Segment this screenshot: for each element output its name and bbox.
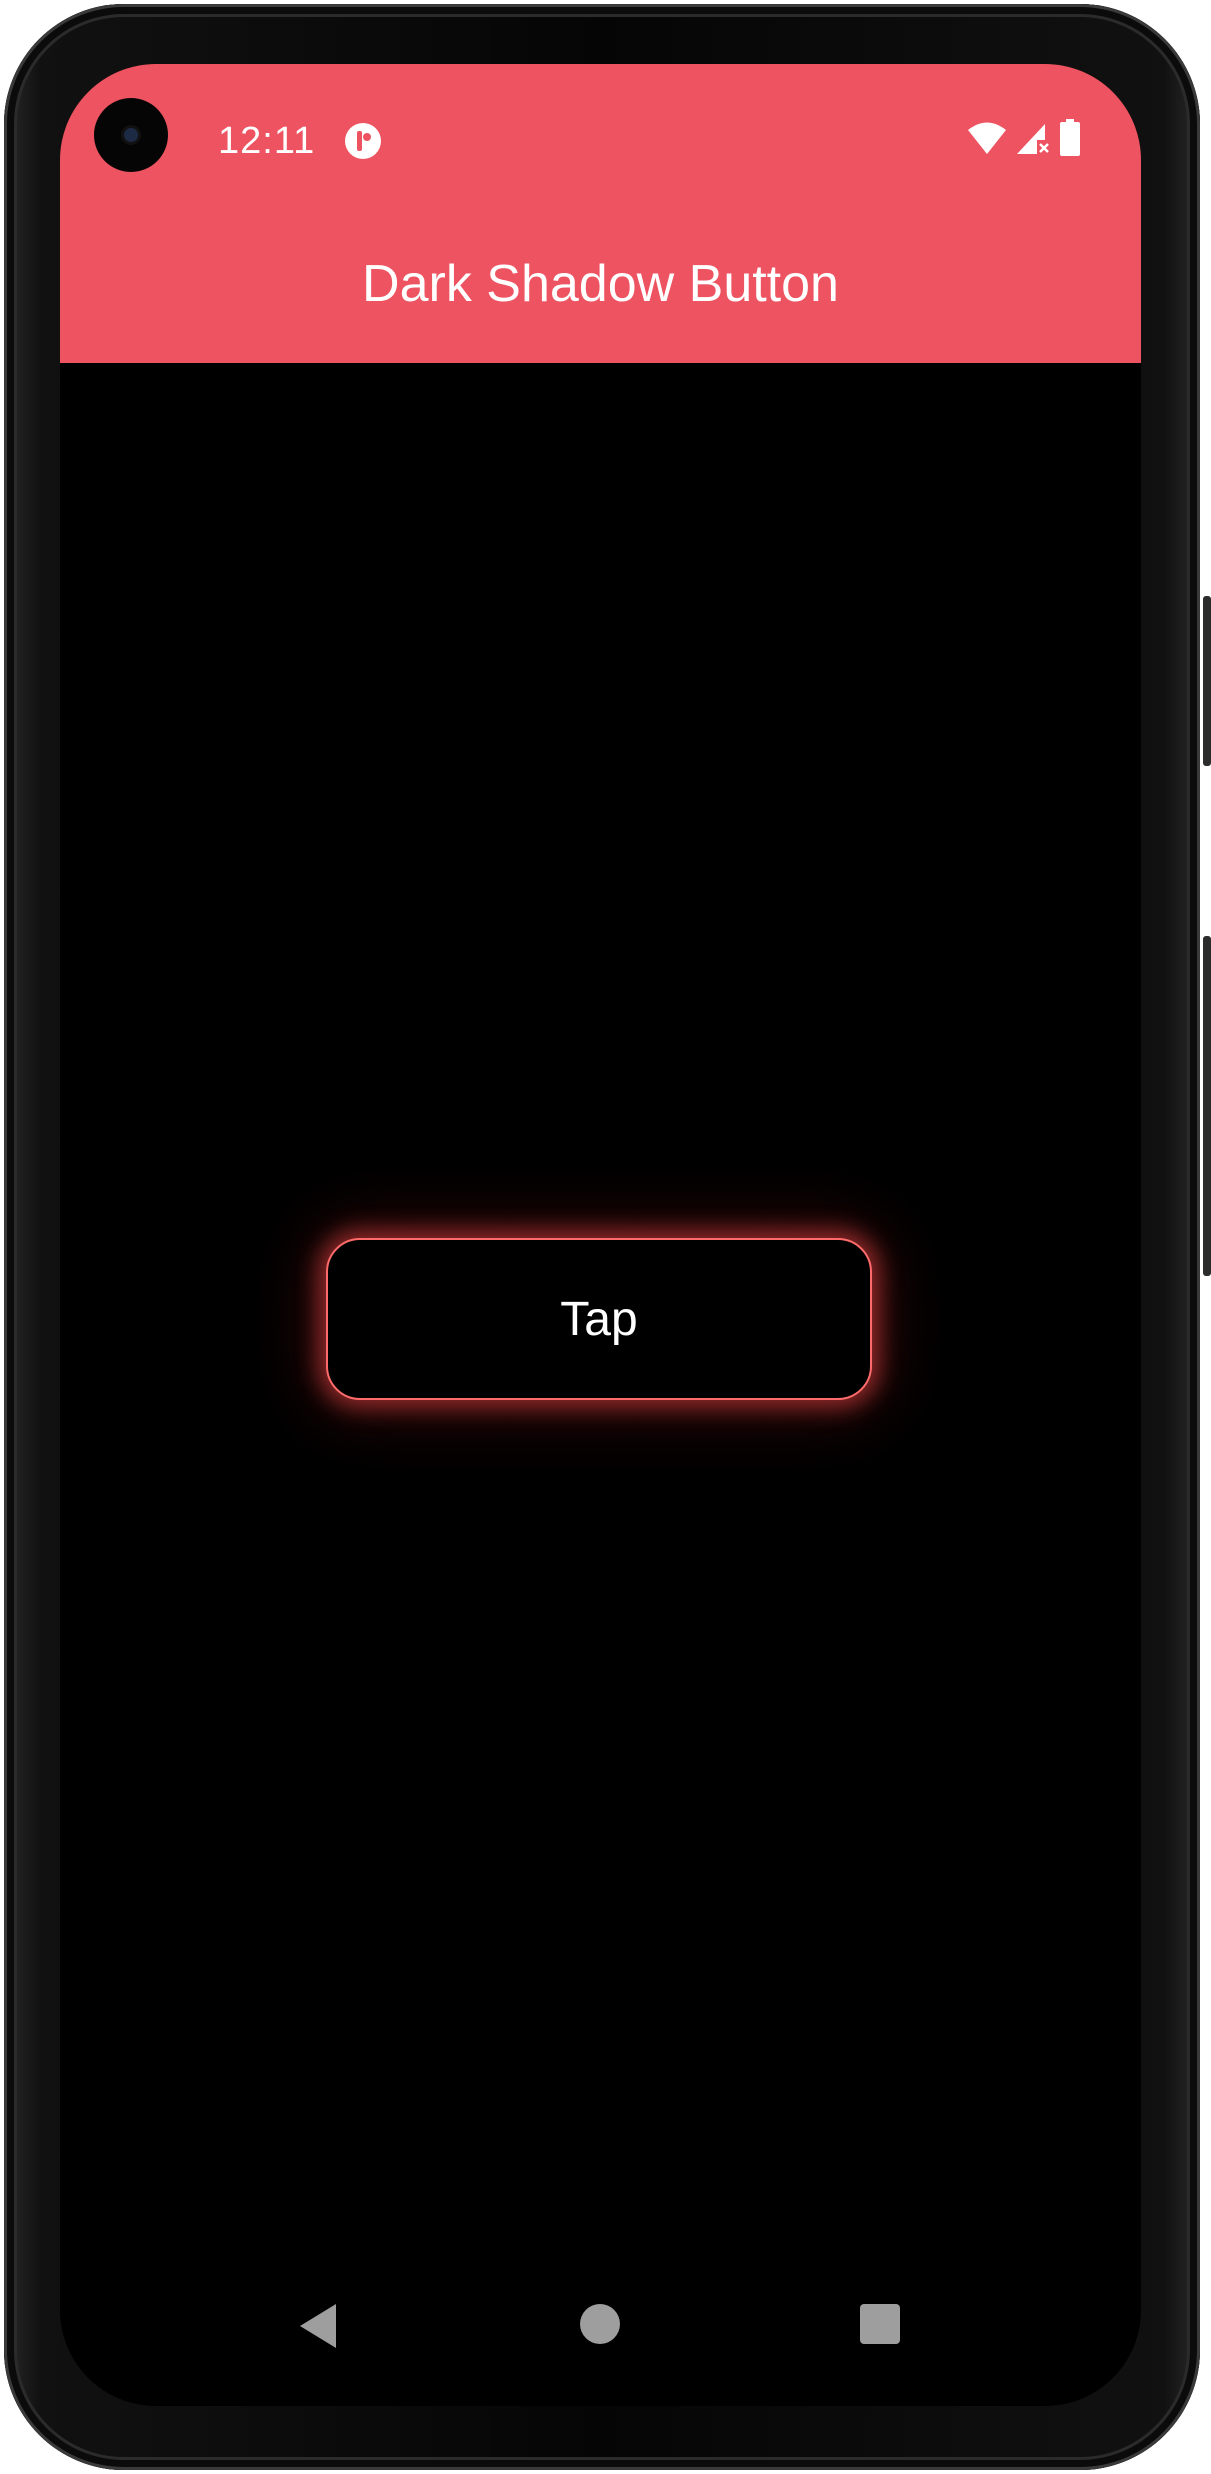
front-camera	[94, 98, 168, 172]
volume-button	[1203, 936, 1211, 1276]
wifi-icon	[967, 121, 1007, 160]
power-button	[1203, 596, 1211, 766]
battery-icon	[1059, 118, 1081, 162]
status-clock: 12:11	[218, 120, 316, 162]
app-title: Dark Shadow Button	[362, 255, 839, 313]
signal-icon	[1015, 120, 1051, 161]
status-bar: 12:11	[60, 64, 1141, 204]
notification-app-icon	[344, 122, 382, 160]
screen: 12:11 Dark Shadow Button Tap	[60, 64, 1141, 2406]
tap-button-label: Tap	[560, 1292, 638, 1346]
back-icon[interactable]	[296, 2302, 340, 2350]
app-bar: 12:11 Dark Shadow Button	[60, 64, 1141, 363]
navigation-bar	[60, 2282, 1141, 2362]
home-icon[interactable]	[580, 2304, 620, 2344]
tap-button[interactable]: Tap	[326, 1238, 872, 1400]
recents-icon[interactable]	[860, 2304, 900, 2344]
status-icons	[967, 118, 1081, 162]
